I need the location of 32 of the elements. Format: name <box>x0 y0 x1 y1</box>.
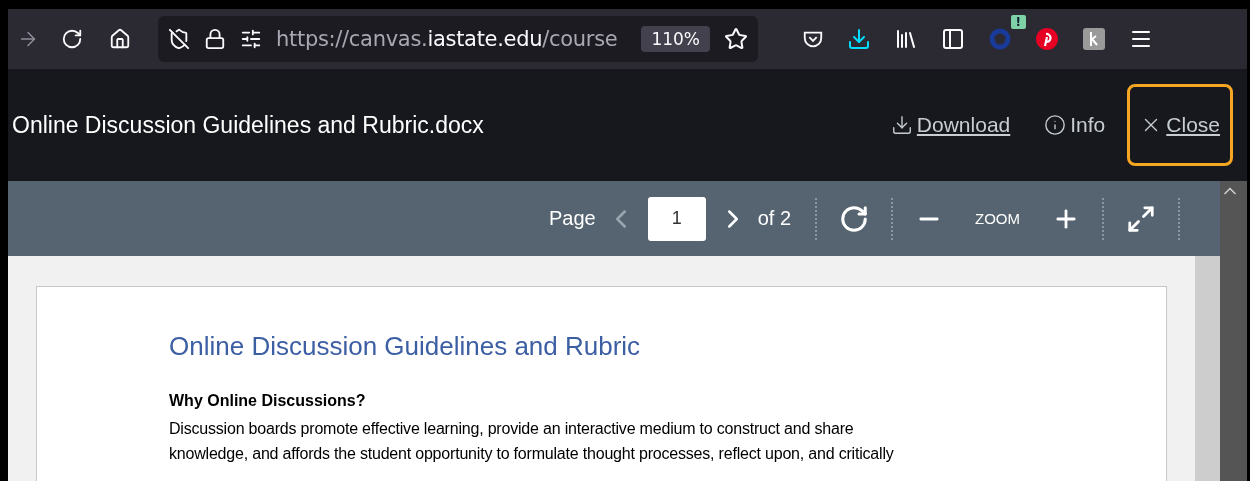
bookmark-star-icon[interactable] <box>724 27 748 51</box>
pin-logo-icon[interactable] <box>1035 27 1059 51</box>
permissions-icon[interactable] <box>240 28 262 50</box>
library-icon[interactable] <box>894 27 918 51</box>
paragraph: Discussion boards promote effective learning, provide an interactive medium to construct and share knowledge, and affords the student opportunity to formulate thought processes, reflect upon, and critically <box>169 419 895 464</box>
home-icon[interactable] <box>109 28 131 50</box>
download-icon <box>890 114 913 136</box>
extension-icon[interactable] <box>1082 27 1106 51</box>
rotate-icon[interactable] <box>839 203 869 234</box>
close-link[interactable]: Close <box>1127 84 1233 166</box>
extension-badge: ! <box>1010 15 1026 29</box>
document-scrollbar[interactable] <box>1195 256 1220 481</box>
document-title: Online Discussion Guidelines and Rubric <box>169 331 642 362</box>
download-icon[interactable] <box>847 27 871 51</box>
page-total: of 2 <box>757 207 791 230</box>
download-link[interactable]: Download <box>878 85 1023 165</box>
file-title: Online Discussion Guidelines and Rubric.docx <box>12 111 485 139</box>
sidebar-icon[interactable] <box>941 27 965 51</box>
lock-icon[interactable] <box>204 28 226 50</box>
page-number-input[interactable]: 1 <box>647 196 706 241</box>
address-bar[interactable]: https://canvas.iastate.edu/course 110% <box>158 16 758 62</box>
zoom-label: ZOOM <box>975 210 1020 227</box>
shield-off-icon[interactable] <box>168 28 190 50</box>
reload-icon[interactable] <box>61 28 83 50</box>
info-button[interactable]: Info <box>1032 85 1118 165</box>
fullscreen-icon[interactable] <box>1126 203 1156 234</box>
page-scrollbar[interactable] <box>1220 181 1247 481</box>
url-text[interactable]: https://canvas.iastate.edu/course <box>276 27 628 51</box>
page-label: Page <box>548 207 596 230</box>
section-heading: Why Online Discussions? <box>169 392 367 410</box>
zoom-level[interactable]: 110% <box>641 26 710 52</box>
info-icon <box>1044 114 1067 136</box>
